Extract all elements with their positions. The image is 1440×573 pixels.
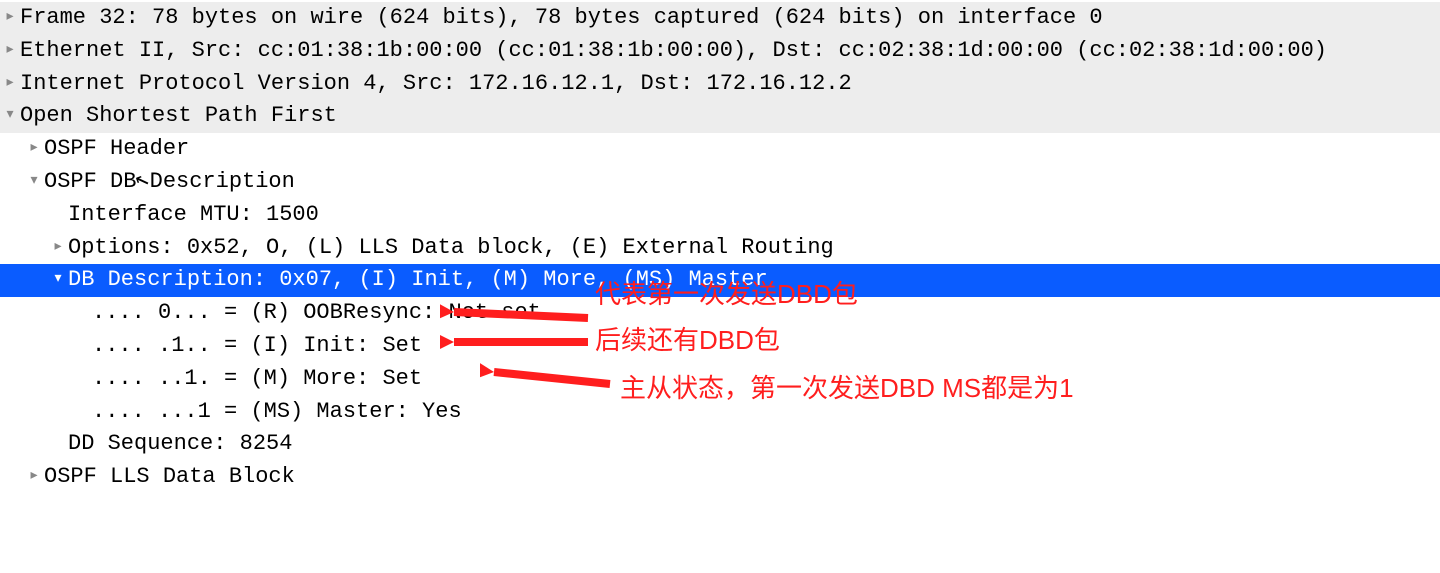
tree-row-ospf-header[interactable]: ▸ OSPF Header <box>0 133 1440 166</box>
row-label: .... ..1. = (M) More: Set <box>92 364 422 395</box>
chevron-right-icon[interactable]: ▸ <box>48 233 68 262</box>
row-label: Frame 32: 78 bytes on wire (624 bits), 7… <box>20 3 1103 34</box>
row-label: Options: 0x52, O, (L) LLS Data block, (E… <box>68 233 834 264</box>
packet-tree: ▸ Frame 32: 78 bytes on wire (624 bits),… <box>0 0 1440 496</box>
row-label: OSPF DB Description <box>44 167 295 198</box>
chevron-right-icon[interactable]: ▸ <box>0 36 20 65</box>
tree-row-ethernet[interactable]: ▸ Ethernet II, Src: cc:01:38:1b:00:00 (c… <box>0 35 1440 68</box>
tree-row-dd-seq[interactable]: DD Sequence: 8254 <box>0 428 1440 461</box>
tree-row-ospf-dbd[interactable]: ▾ OSPF DB Description ↖ <box>0 166 1440 199</box>
chevron-right-icon[interactable]: ▸ <box>0 3 20 32</box>
annotation-init: 代表第一次发送DBD包 <box>595 276 858 312</box>
row-label: OSPF LLS Data Block <box>44 462 295 493</box>
row-label: DD Sequence: 8254 <box>68 429 292 460</box>
tree-row-frame[interactable]: ▸ Frame 32: 78 bytes on wire (624 bits),… <box>0 2 1440 35</box>
chevron-right-icon[interactable]: ▸ <box>24 462 44 491</box>
row-label: .... ...1 = (MS) Master: Yes <box>92 397 462 428</box>
row-label: Ethernet II, Src: cc:01:38:1b:00:00 (cc:… <box>20 36 1327 67</box>
row-label: .... 0... = (R) OOBResync: Not set <box>92 298 541 329</box>
chevron-down-icon[interactable]: ▾ <box>48 265 68 294</box>
row-label: OSPF Header <box>44 134 189 165</box>
tree-row-ip[interactable]: ▸ Internet Protocol Version 4, Src: 172.… <box>0 68 1440 101</box>
chevron-down-icon[interactable]: ▾ <box>24 167 44 196</box>
chevron-right-icon[interactable]: ▸ <box>24 134 44 163</box>
row-label: Internet Protocol Version 4, Src: 172.16… <box>20 69 852 100</box>
chevron-right-icon[interactable]: ▸ <box>0 69 20 98</box>
tree-row-ospf[interactable]: ▾ Open Shortest Path First <box>0 100 1440 133</box>
annotation-master: 主从状态，第一次发送DBD MS都是为1 <box>620 370 1074 406</box>
tree-row-mtu[interactable]: Interface MTU: 1500 <box>0 199 1440 232</box>
tree-row-options[interactable]: ▸ Options: 0x52, O, (L) LLS Data block, … <box>0 232 1440 265</box>
row-label: Interface MTU: 1500 <box>68 200 319 231</box>
row-label: .... .1.. = (I) Init: Set <box>92 331 422 362</box>
annotation-more: 后续还有DBD包 <box>595 322 780 358</box>
row-label: Open Shortest Path First <box>20 101 337 132</box>
tree-row-ospf-lls[interactable]: ▸ OSPF LLS Data Block <box>0 461 1440 494</box>
chevron-down-icon[interactable]: ▾ <box>0 101 20 130</box>
